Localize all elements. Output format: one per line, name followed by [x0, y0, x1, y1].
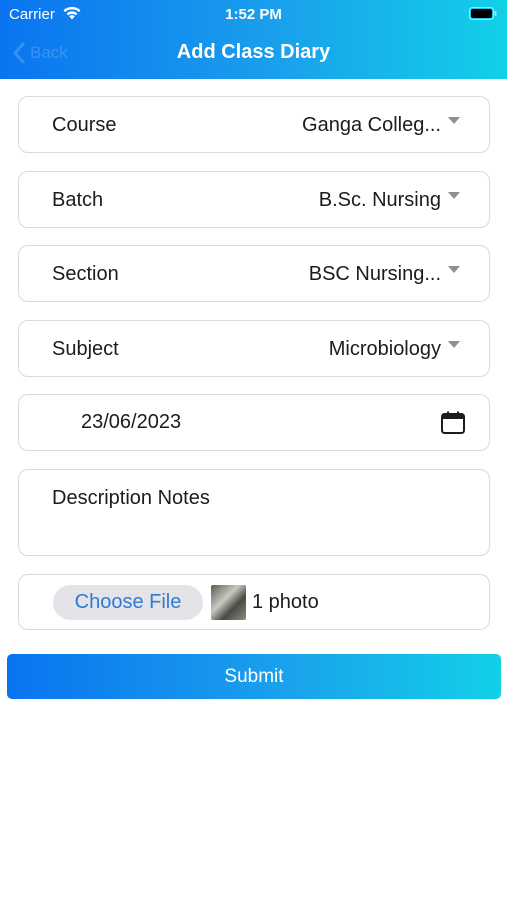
- batch-value: B.Sc. Nursing: [318, 189, 441, 211]
- subject-select[interactable]: Subject Microbiology: [18, 320, 490, 377]
- description-field[interactable]: Description Notes: [18, 469, 490, 556]
- navigation-bar: Back Add Class Diary: [0, 30, 507, 76]
- dropdown-caret-icon: [448, 266, 460, 273]
- file-count: 1 photo: [252, 591, 319, 613]
- section-value: BSC Nursing...: [308, 263, 441, 285]
- section-select[interactable]: Section BSC Nursing...: [18, 245, 490, 302]
- date-field[interactable]: 23/06/2023: [18, 394, 490, 451]
- choose-file-button[interactable]: Choose File: [53, 585, 203, 620]
- photo-thumbnail: [211, 585, 246, 620]
- batch-select[interactable]: Batch B.Sc. Nursing: [18, 171, 490, 228]
- dropdown-caret-icon: [448, 192, 460, 199]
- dropdown-caret-icon: [448, 341, 460, 348]
- description-placeholder: Description Notes: [52, 487, 210, 509]
- batch-label: Batch: [52, 189, 104, 211]
- battery-icon: [469, 7, 497, 20]
- section-label: Section: [52, 263, 119, 285]
- subject-value: Microbiology: [328, 338, 441, 360]
- page-title: Add Class Diary: [176, 41, 331, 63]
- status-bar: Carrier 1:52 PM: [0, 0, 507, 28]
- calendar-icon[interactable]: [440, 411, 466, 435]
- dropdown-caret-icon: [448, 117, 460, 124]
- date-value: 23/06/2023: [81, 411, 182, 433]
- subject-label: Subject: [52, 338, 119, 360]
- file-upload-field: Choose File 1 photo: [18, 574, 490, 630]
- submit-button[interactable]: Submit: [7, 654, 501, 699]
- course-value: Ganga Colleg...: [302, 114, 441, 136]
- status-time: 1:52 PM: [225, 6, 282, 23]
- course-label: Course: [52, 114, 117, 136]
- course-select[interactable]: Course Ganga Colleg...: [18, 96, 490, 153]
- header: Carrier 1:52 PM Back Add Class Diary: [0, 0, 507, 79]
